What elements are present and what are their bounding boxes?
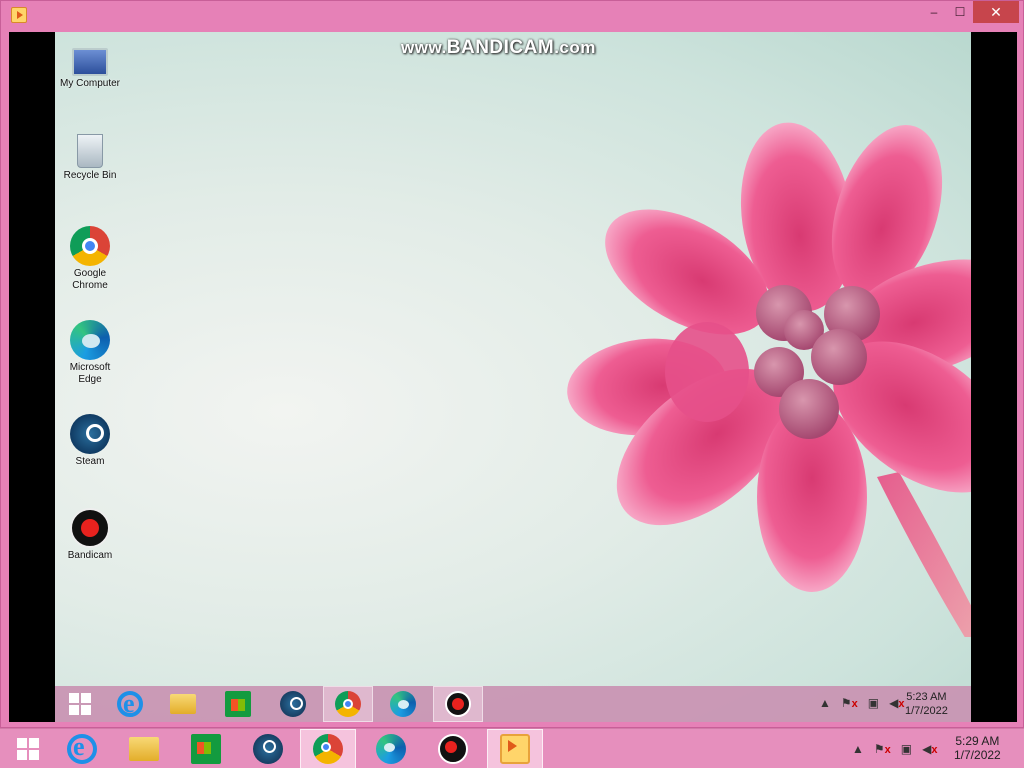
inner-taskbar-ie[interactable] xyxy=(105,686,155,722)
internet-explorer-icon xyxy=(67,732,97,764)
inner-taskbar-edge[interactable] xyxy=(378,686,428,722)
start-icon xyxy=(17,738,39,760)
taskbar-chrome[interactable] xyxy=(300,729,356,768)
watermark-brand: BANDICAM xyxy=(446,37,555,58)
desktop-icon-steam[interactable]: Steam xyxy=(59,414,121,468)
internet-explorer-icon xyxy=(117,689,143,719)
start-button[interactable] xyxy=(0,729,56,768)
flower-wallpaper-image xyxy=(567,122,971,637)
inner-start-button[interactable] xyxy=(55,686,105,722)
steam-icon xyxy=(280,691,306,717)
inner-clock[interactable]: 5:23 AM 1/7/2022 xyxy=(905,690,948,718)
desktop-icon-my-computer[interactable]: My Computer xyxy=(59,42,121,90)
recorded-taskbar: ▲ ⚑x ▣ ◀x 5:23 AM 1/7/2022 xyxy=(55,686,971,722)
chrome-icon xyxy=(70,226,110,266)
desktop-icon-label: Google Chrome xyxy=(72,268,108,291)
taskbar-edge[interactable] xyxy=(363,729,419,768)
taskbar-store[interactable] xyxy=(178,729,234,768)
bandicam-player-icon[interactable] xyxy=(11,7,27,23)
inner-taskbar-steam[interactable] xyxy=(268,686,318,722)
edge-icon xyxy=(70,320,110,360)
show-hidden-icons-chevron-icon[interactable]: ▲ xyxy=(819,696,831,710)
bandicam-watermark: www.BANDICAM.com xyxy=(401,37,596,59)
video-surface[interactable]: www.BANDICAM.com My Computer Recycle Bin… xyxy=(9,32,1017,722)
action-center-flag-icon[interactable]: ⚑x xyxy=(874,742,891,756)
recorded-desktop: www.BANDICAM.com My Computer Recycle Bin… xyxy=(55,32,971,722)
bandicam-icon xyxy=(70,508,110,548)
desktop-icon-label: Microsoft Edge xyxy=(69,362,111,385)
edge-icon xyxy=(376,734,406,764)
clock-date: 1/7/2022 xyxy=(954,748,1001,762)
desktop-icon-google-chrome[interactable]: Google Chrome xyxy=(59,226,121,292)
chrome-icon xyxy=(335,691,361,717)
taskbar-explorer[interactable] xyxy=(116,729,172,768)
edge-icon xyxy=(390,691,416,717)
chrome-icon xyxy=(313,734,343,764)
inner-taskbar-bandicam[interactable] xyxy=(433,686,483,722)
desktop-icon-microsoft-edge[interactable]: Microsoft Edge xyxy=(59,320,121,386)
clock[interactable]: 5:29 AM 1/7/2022 xyxy=(954,734,1001,762)
title-bar[interactable]: – ☐ ✕ xyxy=(1,1,1023,29)
file-explorer-icon xyxy=(170,694,196,714)
video-player-window: – ☐ ✕ www.BANDICAM.com My Computer Recyc… xyxy=(0,0,1024,728)
volume-muted-icon[interactable]: ◀x xyxy=(922,742,937,756)
start-icon xyxy=(69,693,91,715)
computer-icon xyxy=(72,48,108,76)
store-icon xyxy=(225,691,251,717)
recycle-bin-icon xyxy=(77,134,103,168)
network-icon[interactable]: ▣ xyxy=(901,742,912,756)
taskbar-bandicam-player[interactable] xyxy=(487,729,543,768)
desktop-icon-bandicam[interactable]: Bandicam xyxy=(59,508,121,562)
show-hidden-icons-chevron-icon[interactable]: ▲ xyxy=(852,742,864,756)
desktop-icon-label: Recycle Bin xyxy=(63,170,117,181)
inner-clock-time: 5:23 AM xyxy=(906,691,947,703)
network-icon[interactable]: ▣ xyxy=(868,696,879,710)
clock-time: 5:29 AM xyxy=(955,734,1000,748)
action-center-flag-icon[interactable]: ⚑x xyxy=(841,696,858,710)
inner-taskbar-chrome[interactable] xyxy=(323,686,373,722)
bandicam-icon xyxy=(438,734,468,764)
file-explorer-icon xyxy=(129,737,159,761)
minimize-button[interactable]: – xyxy=(921,1,947,23)
inner-taskbar-explorer[interactable] xyxy=(158,686,208,722)
store-icon xyxy=(191,734,221,764)
desktop-icon-label: Bandicam xyxy=(67,550,113,561)
maximize-button[interactable]: ☐ xyxy=(947,1,973,23)
bandicam-player-icon xyxy=(500,734,530,764)
taskbar-bandicam[interactable] xyxy=(425,729,481,768)
inner-taskbar-store[interactable] xyxy=(213,686,263,722)
watermark-prefix: www. xyxy=(401,38,447,57)
steam-icon xyxy=(70,414,110,454)
desktop-icon-label: My Computer xyxy=(59,78,120,89)
steam-icon xyxy=(253,734,283,764)
desktop-icon-label: Steam xyxy=(75,456,105,467)
taskbar-steam[interactable] xyxy=(240,729,296,768)
bandicam-icon xyxy=(445,691,471,717)
close-button[interactable]: ✕ xyxy=(973,1,1019,23)
taskbar-ie[interactable] xyxy=(54,729,110,768)
system-tray: ▲ ⚑x ▣ ◀x xyxy=(852,742,937,756)
inner-system-tray: ▲ ⚑x ▣ ◀x xyxy=(819,696,904,710)
inner-clock-date: 1/7/2022 xyxy=(905,705,948,717)
volume-muted-icon[interactable]: ◀x xyxy=(889,696,904,710)
host-taskbar: ▲ ⚑x ▣ ◀x 5:29 AM 1/7/2022 xyxy=(0,728,1024,768)
watermark-suffix: .com xyxy=(554,38,596,57)
desktop-icon-recycle-bin[interactable]: Recycle Bin xyxy=(59,134,121,182)
